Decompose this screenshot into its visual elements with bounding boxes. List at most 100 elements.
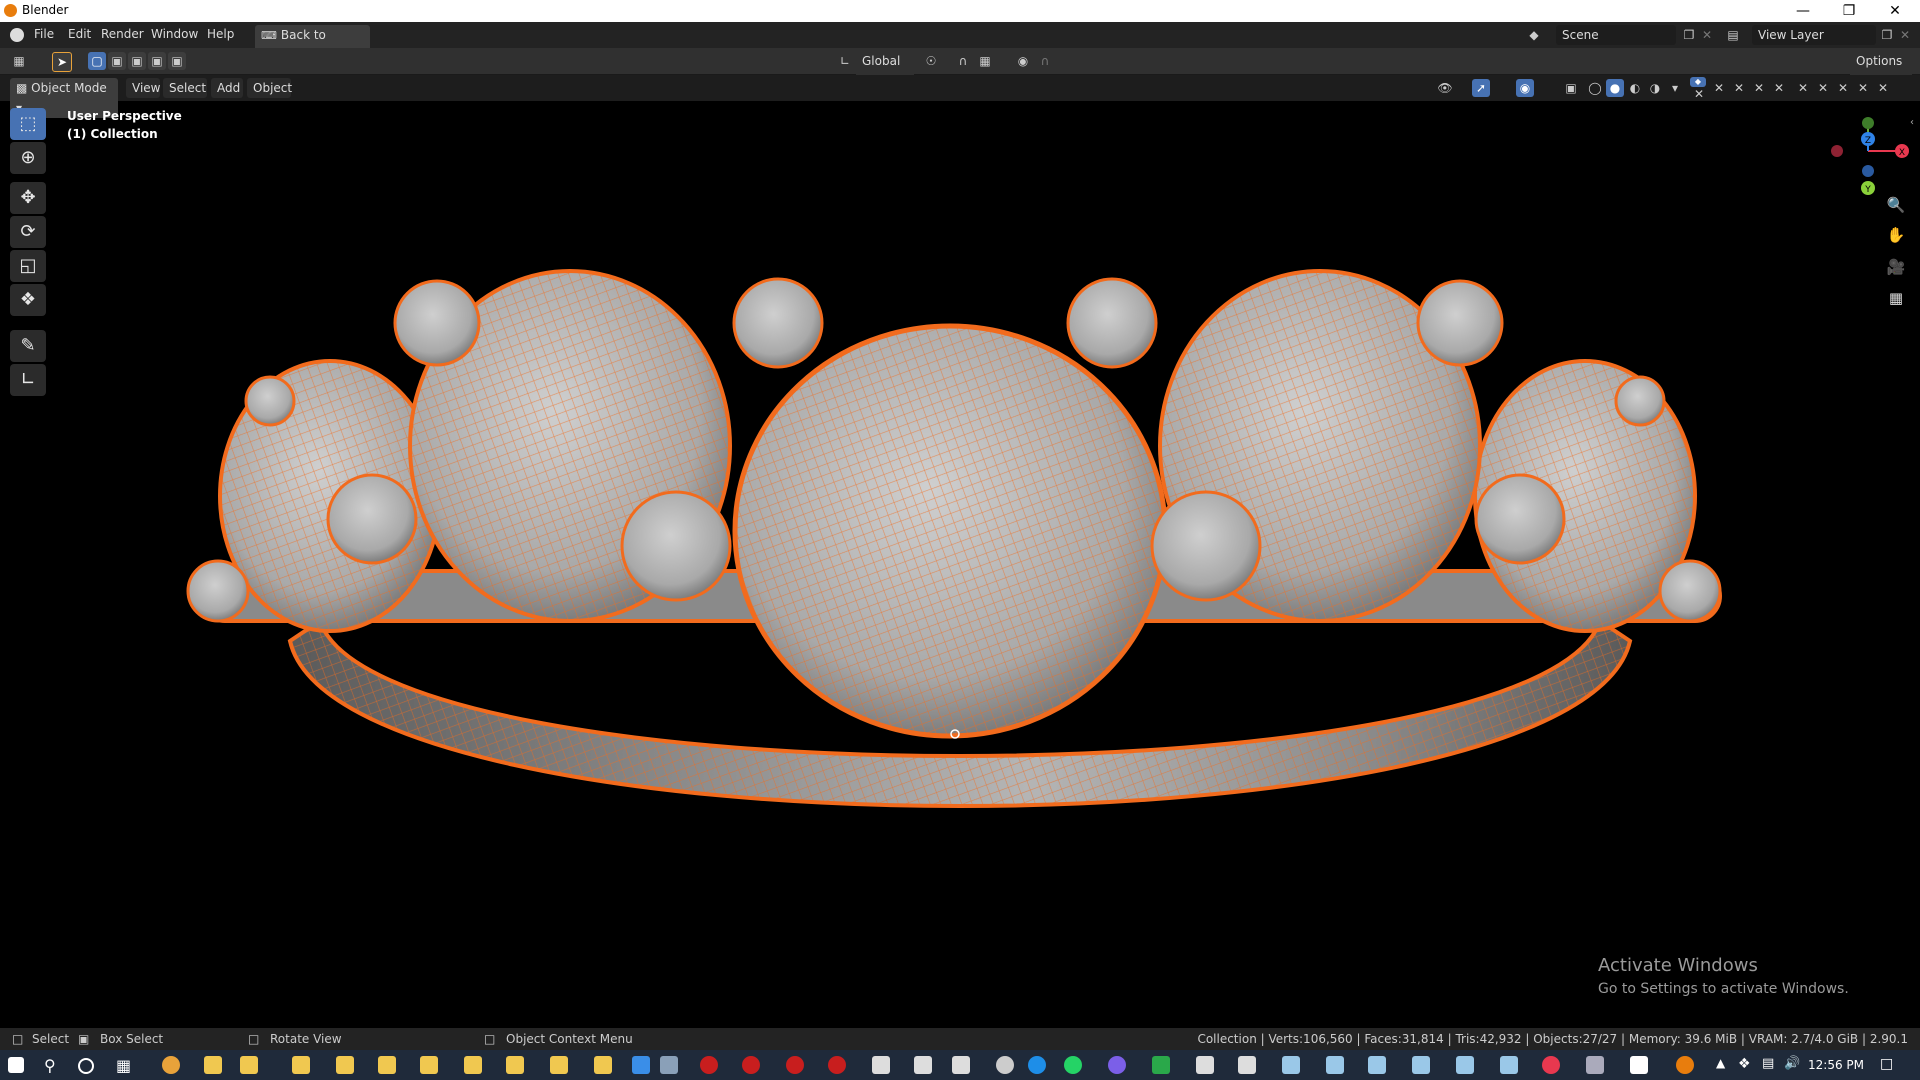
move-icon[interactable]: ✥ — [10, 182, 46, 214]
task-view-icon[interactable]: ▦ — [116, 1056, 134, 1075]
snap-icon[interactable]: ∩ — [954, 52, 972, 70]
network-icon[interactable]: ▤ — [1762, 1056, 1780, 1074]
select-mode-subtract-icon[interactable]: ▣ — [128, 52, 146, 70]
opera-icon-2[interactable] — [742, 1056, 760, 1074]
record-icon[interactable] — [1542, 1056, 1560, 1074]
select-box-icon[interactable]: ⬚ — [10, 108, 46, 140]
toggle-x-icon-2[interactable]: ✕ — [1710, 79, 1728, 97]
visibility-icon[interactable]: 👁 — [1436, 79, 1454, 97]
toggle-x-icon-9[interactable]: ✕ — [1854, 79, 1872, 97]
transform-icon[interactable]: ❖ — [10, 284, 46, 316]
proportional-edit-icon[interactable]: ◉ — [1014, 52, 1032, 70]
ring-model[interactable] — [0, 101, 1920, 1028]
app-icon-6[interactable] — [1196, 1056, 1214, 1074]
toggle-x-icon-4[interactable]: ✕ — [1750, 79, 1768, 97]
toggle-x-icon-5[interactable]: ✕ — [1770, 79, 1788, 97]
gizmo-y-neg-icon[interactable] — [1862, 117, 1874, 129]
app-icon-5[interactable] — [1152, 1056, 1170, 1074]
editor-type-icon[interactable]: ▦ — [10, 52, 28, 70]
app-icon-8[interactable] — [1586, 1056, 1604, 1074]
annotate-icon[interactable]: ✎ — [10, 330, 46, 362]
edge-icon[interactable] — [1028, 1056, 1046, 1074]
select-mode-new-icon[interactable]: ▢ — [88, 52, 106, 70]
remove-view-layer-icon[interactable]: ✕ — [1896, 26, 1914, 44]
sidebar-toggle-icon[interactable]: ‹ — [1910, 117, 1914, 128]
blender-taskbar-icon[interactable] — [1676, 1056, 1694, 1074]
opera-icon-1[interactable] — [700, 1056, 718, 1074]
close-button[interactable]: ✕ — [1872, 0, 1918, 22]
rotate-icon[interactable]: ⟳ — [10, 216, 46, 248]
app-icon-3[interactable] — [952, 1056, 970, 1074]
3d-viewport[interactable]: User Perspective (1) Collection Z X Y 🔍 … — [0, 101, 1920, 1028]
gizmo-x-neg-icon[interactable] — [1831, 145, 1843, 157]
opera-icon-4[interactable] — [828, 1056, 846, 1074]
folder-icon-8[interactable] — [506, 1056, 524, 1074]
mail-icon[interactable] — [632, 1056, 650, 1074]
app-icon-7[interactable] — [1238, 1056, 1256, 1074]
notepad-icon-4[interactable] — [1412, 1056, 1430, 1074]
add-menu[interactable]: Add — [211, 78, 243, 98]
app-icon-4[interactable] — [996, 1056, 1014, 1074]
maximize-button[interactable]: ❐ — [1826, 0, 1872, 22]
remove-scene-icon[interactable]: ✕ — [1698, 26, 1716, 44]
new-view-layer-icon[interactable]: ❐ — [1878, 26, 1896, 44]
shield-icon[interactable] — [1630, 1056, 1648, 1074]
folder-icon-4[interactable] — [336, 1056, 354, 1074]
volume-icon[interactable]: 🔊 — [1784, 1056, 1802, 1074]
cursor-icon[interactable]: ⊕ — [10, 142, 46, 174]
zoom-icon[interactable]: 🔍 — [1884, 193, 1908, 217]
view-layer-icon[interactable]: ▤ — [1724, 26, 1742, 44]
new-scene-icon[interactable]: ❐ — [1680, 26, 1698, 44]
minimize-button[interactable]: — — [1780, 0, 1826, 22]
menu-edit[interactable]: Edit — [68, 27, 91, 41]
folder-icon-3[interactable] — [292, 1056, 310, 1074]
shading-material-icon[interactable]: ◐ — [1626, 79, 1644, 97]
chrome-icon[interactable] — [162, 1056, 180, 1074]
notepad-icon-3[interactable] — [1368, 1056, 1386, 1074]
menu-window[interactable]: Window — [151, 27, 198, 41]
dropbox-icon[interactable]: ❖ — [1738, 1056, 1756, 1074]
select-mode-invert-icon[interactable]: ▣ — [148, 52, 166, 70]
shading-wireframe-icon[interactable]: ◯ — [1586, 79, 1604, 97]
menu-help[interactable]: Help — [207, 27, 234, 41]
notepad-icon-2[interactable] — [1326, 1056, 1344, 1074]
viber-icon[interactable] — [1108, 1056, 1126, 1074]
calculator-icon[interactable] — [660, 1056, 678, 1074]
toggle-x-icon-8[interactable]: ✕ — [1834, 79, 1852, 97]
view-layer-field[interactable]: View Layer — [1752, 25, 1876, 45]
select-mode-intersect-icon[interactable]: ▣ — [168, 52, 186, 70]
shading-solid-icon[interactable]: ● — [1606, 79, 1624, 97]
shading-rendered-icon[interactable]: ◑ — [1646, 79, 1664, 97]
measure-icon[interactable]: ∟ — [10, 364, 46, 396]
folder-icon-10[interactable] — [594, 1056, 612, 1074]
folder-icon-5[interactable] — [378, 1056, 396, 1074]
search-icon[interactable]: ⚲ — [44, 1056, 62, 1075]
active-tool-icon[interactable]: ➤ — [52, 52, 72, 72]
blender-menu-icon[interactable] — [10, 28, 24, 42]
tray-chevron-icon[interactable]: ▲ — [1716, 1056, 1734, 1074]
scene-field[interactable]: Scene — [1556, 25, 1676, 45]
toggle-x-icon-7[interactable]: ✕ — [1814, 79, 1832, 97]
app-icon-2[interactable] — [914, 1056, 932, 1074]
start-windows-icon[interactable] — [8, 1057, 24, 1073]
pan-hand-icon[interactable]: ✋ — [1884, 223, 1908, 247]
falloff-icon[interactable]: ∩ — [1036, 52, 1054, 70]
gizmo-z-neg-icon[interactable] — [1862, 165, 1874, 177]
notepad-icon-6[interactable] — [1500, 1056, 1518, 1074]
object-menu[interactable]: Object — [247, 78, 292, 98]
toggle-x-icon-10[interactable]: ✕ — [1874, 79, 1892, 97]
folder-icon-9[interactable] — [550, 1056, 568, 1074]
select-menu[interactable]: Select — [163, 78, 207, 98]
view-menu[interactable]: View — [126, 78, 160, 98]
menu-file[interactable]: File — [34, 27, 54, 41]
shading-options-icon[interactable]: ▾ — [1666, 79, 1684, 97]
folder-icon-1[interactable] — [204, 1056, 222, 1074]
opera-icon-3[interactable] — [786, 1056, 804, 1074]
notifications-icon[interactable]: □ — [1880, 1056, 1898, 1074]
camera-icon[interactable]: 🎥 — [1884, 255, 1908, 279]
toggle-x-icon-6[interactable]: ✕ — [1794, 79, 1812, 97]
orientation-icon[interactable]: ∟ — [836, 52, 854, 70]
folder-icon-7[interactable] — [464, 1056, 482, 1074]
app-icon-1[interactable] — [872, 1056, 890, 1074]
cortana-icon[interactable] — [78, 1058, 94, 1074]
